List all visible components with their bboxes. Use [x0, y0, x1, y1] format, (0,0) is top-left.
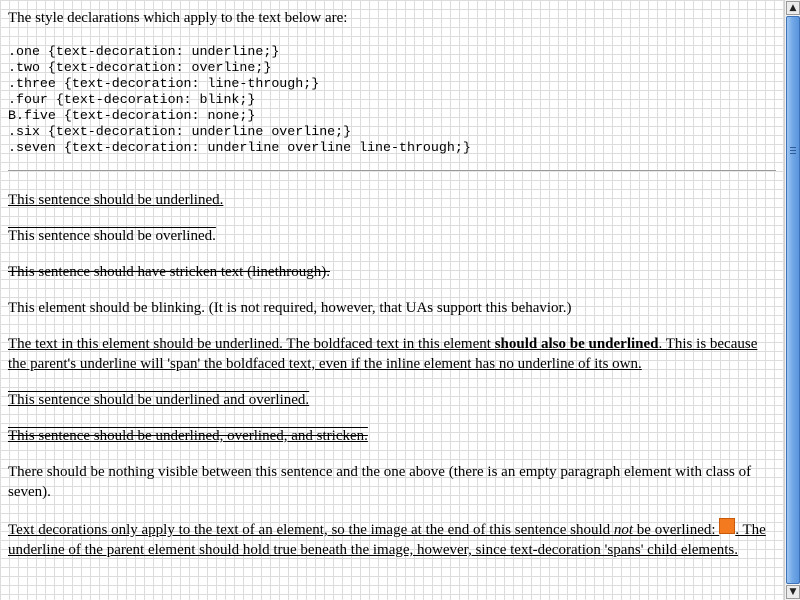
scrollbar-grip-line: [790, 153, 796, 154]
scrollbar-track[interactable]: [786, 16, 800, 584]
style-declarations: .one {text-decoration: underline;} .two {…: [8, 44, 776, 156]
code-line-seven: .seven {text-decoration: underline overl…: [8, 140, 471, 155]
paragraph-underlined: This sentence should be underlined.: [8, 192, 224, 208]
scroll-up-arrow-icon[interactable]: ▲: [786, 1, 800, 15]
scroll-down-arrow-icon[interactable]: ▼: [786, 585, 800, 599]
image-text-middle: be overlined:: [633, 522, 720, 538]
code-line-six: .six {text-decoration: underline overlin…: [8, 124, 352, 139]
divider: [8, 170, 776, 172]
orange-square-image-icon: [719, 518, 736, 534]
paragraph-image-span: Text decorations only apply to the text …: [8, 518, 776, 560]
paragraph-underline-overline: This sentence should be underlined and o…: [8, 392, 310, 408]
paragraph-overlined: This sentence should be overlined.: [8, 228, 216, 244]
paragraph-linethrough: This sentence should have stricken text …: [8, 264, 330, 280]
code-line-five: B.five {text-decoration: none;}: [8, 108, 256, 123]
paragraph-blinking: This element should be blinking. (It is …: [8, 300, 572, 316]
code-line-three: .three {text-decoration: line-through;}: [8, 76, 320, 91]
page-content: The style declarations which apply to th…: [0, 0, 784, 600]
emphasis-not: not: [613, 522, 634, 538]
paragraph-underline-span: The text in this element should be under…: [8, 334, 776, 374]
paragraph-nothing-visible: There should be nothing visible between …: [8, 464, 752, 500]
vertical-scrollbar[interactable]: ▲ ▼: [784, 0, 800, 600]
image-text-before: Text decorations only apply to the text …: [8, 522, 614, 538]
span-text-before: The text in this element should be under…: [8, 336, 495, 352]
code-line-two: .two {text-decoration: overline;}: [8, 60, 272, 75]
paragraph-all-decorations: This sentence should be underlined, over…: [8, 428, 368, 444]
bold-text: should also be underlined: [494, 336, 659, 352]
scrollbar-grip-line: [790, 150, 796, 151]
code-line-one: .one {text-decoration: underline;}: [8, 44, 280, 59]
code-line-four: .four {text-decoration: blink;}: [8, 92, 256, 107]
scrollbar-thumb[interactable]: [786, 16, 800, 584]
intro-text: The style declarations which apply to th…: [8, 10, 348, 26]
scrollbar-grip-line: [790, 147, 796, 148]
